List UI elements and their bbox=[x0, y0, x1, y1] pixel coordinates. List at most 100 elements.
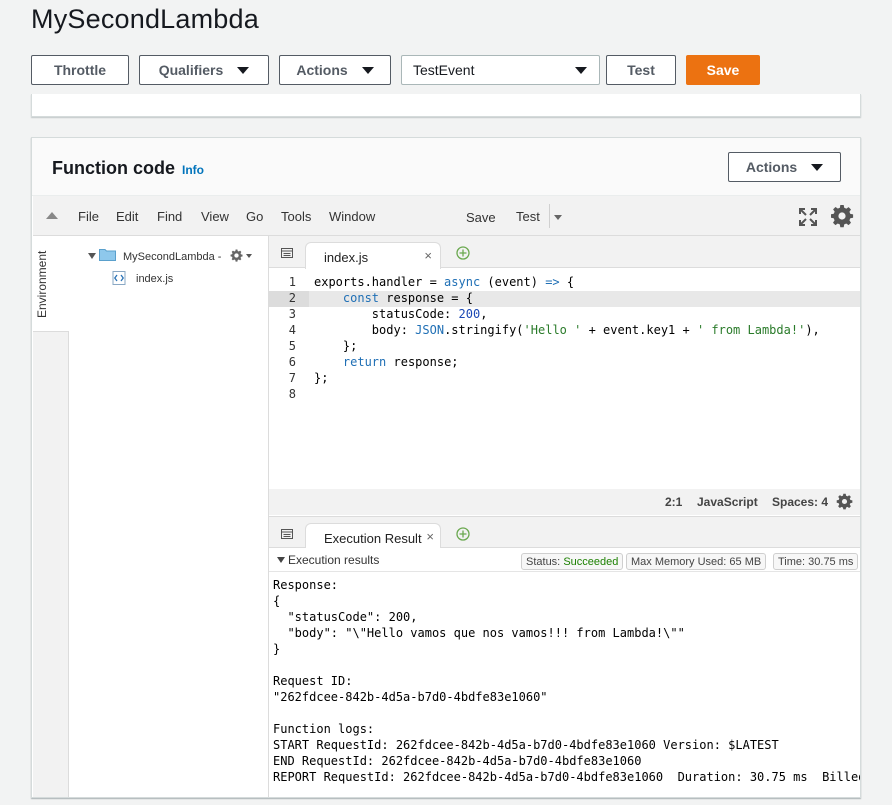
result-tabstrip: Execution Result × bbox=[269, 516, 860, 550]
chevron-down-icon bbox=[811, 163, 824, 171]
tab-label: Execution Result bbox=[324, 531, 422, 546]
test-label: Test bbox=[627, 62, 655, 78]
output-line: "262fdcee-842b-4d5a-b7d0-4bdfe83e1060" bbox=[273, 690, 548, 704]
save-button[interactable]: Save bbox=[686, 55, 760, 85]
editor-tabstrip: index.js × bbox=[269, 236, 860, 269]
test-event-select[interactable]: TestEvent bbox=[401, 55, 600, 85]
menu-go[interactable]: Go bbox=[246, 209, 263, 224]
settings-gear-icon[interactable] bbox=[830, 204, 854, 228]
code-actions-label: Actions bbox=[745, 159, 798, 175]
menu-file[interactable]: File bbox=[78, 209, 99, 224]
code-line: exports.handler = async (event) => { bbox=[314, 275, 575, 289]
output-line: "body": "\"Hello vamos que nos vamos!!! … bbox=[273, 626, 685, 640]
editor-area: index.js × 1 2 3 4 5 6 7 8 exports.handl… bbox=[269, 236, 860, 797]
code-actions-button[interactable]: Actions bbox=[728, 152, 841, 182]
file-tree: MySecondLambda - index.js bbox=[69, 236, 269, 797]
environment-tab[interactable]: Environment bbox=[33, 236, 69, 332]
code-editor[interactable]: 1 2 3 4 5 6 7 8 exports.handler = async … bbox=[269, 268, 860, 498]
code-line: statusCode: 200, bbox=[314, 307, 488, 321]
output-line: Response: bbox=[273, 578, 339, 592]
panel-title: Function code bbox=[52, 158, 175, 178]
lambda-console: MySecondLambda Throttle Qualifiers Actio… bbox=[0, 0, 892, 805]
indent-setting[interactable]: Spaces: 4 bbox=[772, 495, 828, 509]
menu-save[interactable]: Save bbox=[466, 210, 496, 225]
line-number: 4 bbox=[288, 323, 296, 337]
output-line: { bbox=[273, 594, 281, 608]
chevron-down-icon[interactable] bbox=[246, 254, 252, 258]
tab-menu-icon[interactable] bbox=[281, 248, 293, 258]
tab-execution-result[interactable]: Execution Result × bbox=[305, 523, 441, 550]
output-line: START RequestId: 262fdcee-842b-4d5a-b7d0… bbox=[273, 738, 779, 752]
menu-divider bbox=[549, 204, 550, 228]
line-number: 3 bbox=[288, 307, 296, 321]
menu-view[interactable]: View bbox=[201, 209, 229, 224]
cloud9-ide: File Edit Find View Go Tools Window Save… bbox=[33, 196, 860, 797]
memory-badge: Max Memory Used: 65 MB bbox=[626, 553, 767, 570]
status-label: Status: bbox=[526, 556, 561, 568]
chevron-down-icon bbox=[237, 66, 250, 74]
tab-index-js[interactable]: index.js × bbox=[305, 242, 441, 269]
fullscreen-icon[interactable] bbox=[799, 208, 817, 226]
output-line: Function logs: bbox=[273, 722, 375, 736]
code-line: return response; bbox=[342, 355, 459, 369]
designer-panel-bottom bbox=[31, 94, 861, 117]
line-gutter: 1 2 3 4 5 6 7 8 bbox=[269, 268, 309, 498]
chevron-down-icon bbox=[361, 66, 374, 74]
status-badge: Status: Succeeded bbox=[521, 553, 624, 570]
close-icon[interactable]: × bbox=[424, 248, 432, 263]
cursor-position[interactable]: 2:1 bbox=[665, 495, 682, 509]
output-line: END RequestId: 262fdcee-842b-4d5a-b7d0-4… bbox=[273, 754, 642, 768]
code-line: body: JSON.stringify('Hello ' + event.ke… bbox=[314, 323, 820, 337]
output-line: "statusCode": 200, bbox=[273, 610, 418, 624]
info-link[interactable]: Info bbox=[182, 163, 204, 177]
gear-icon[interactable] bbox=[230, 249, 243, 262]
line-number: 6 bbox=[288, 355, 296, 369]
execution-results-title: Execution results bbox=[288, 553, 380, 567]
ide-menubar: File Edit Find View Go Tools Window Save… bbox=[33, 196, 860, 236]
actions-button[interactable]: Actions bbox=[279, 55, 391, 85]
function-title: MySecondLambda bbox=[31, 4, 259, 34]
line-number: 7 bbox=[288, 371, 296, 385]
menu-edit[interactable]: Edit bbox=[116, 209, 138, 224]
line-number: 2 bbox=[288, 291, 296, 305]
code-line: }; bbox=[314, 339, 358, 353]
panel-header: Function code Info Actions bbox=[32, 138, 860, 196]
tree-file-index-js[interactable]: index.js bbox=[136, 273, 173, 285]
test-event-value: TestEvent bbox=[413, 62, 475, 78]
chevron-down-icon[interactable] bbox=[554, 215, 562, 220]
test-button[interactable]: Test bbox=[606, 55, 676, 85]
editor-statusbar: 2:1 JavaScript Spaces: 4 bbox=[269, 489, 860, 515]
status-value: Succeeded bbox=[563, 556, 619, 568]
throttle-label: Throttle bbox=[53, 62, 107, 78]
output-line: REPORT RequestId: 262fdcee-842b-4d5a-b7d… bbox=[273, 770, 860, 784]
throttle-button[interactable]: Throttle bbox=[31, 55, 129, 85]
chevron-down-icon bbox=[575, 67, 587, 74]
language-mode[interactable]: JavaScript bbox=[697, 495, 758, 509]
tree-root-folder[interactable]: MySecondLambda - bbox=[123, 251, 221, 263]
gear-icon[interactable] bbox=[836, 493, 853, 510]
menu-tools[interactable]: Tools bbox=[281, 209, 311, 224]
add-tab-icon[interactable] bbox=[456, 246, 470, 260]
qualifiers-button[interactable]: Qualifiers bbox=[139, 55, 269, 85]
output-line: Request ID: bbox=[273, 674, 353, 688]
add-tab-icon[interactable] bbox=[456, 527, 470, 541]
execution-result-pane: Execution Result × Execution results Sta… bbox=[269, 516, 860, 797]
chevron-down-icon[interactable] bbox=[277, 557, 285, 563]
environment-sidebar: Environment bbox=[33, 236, 69, 797]
code-line: }; bbox=[314, 371, 329, 385]
tab-menu-icon[interactable] bbox=[281, 529, 293, 539]
save-label: Save bbox=[706, 62, 740, 78]
close-icon[interactable]: × bbox=[426, 529, 434, 544]
js-file-icon bbox=[112, 271, 126, 285]
execution-results-header[interactable]: Execution results Status: Succeeded Max … bbox=[269, 548, 860, 572]
menu-window[interactable]: Window bbox=[329, 209, 375, 224]
menu-find[interactable]: Find bbox=[157, 209, 182, 224]
line-number: 1 bbox=[288, 275, 296, 289]
menu-test[interactable]: Test bbox=[516, 209, 540, 224]
function-code-panel: Function code Info Actions File Edit Fin… bbox=[31, 137, 861, 798]
qualifiers-label: Qualifiers bbox=[158, 62, 224, 78]
chevron-down-icon[interactable] bbox=[88, 253, 96, 259]
output-line: } bbox=[273, 642, 281, 656]
collapse-up-icon[interactable] bbox=[46, 212, 58, 219]
tab-label: index.js bbox=[324, 250, 369, 265]
